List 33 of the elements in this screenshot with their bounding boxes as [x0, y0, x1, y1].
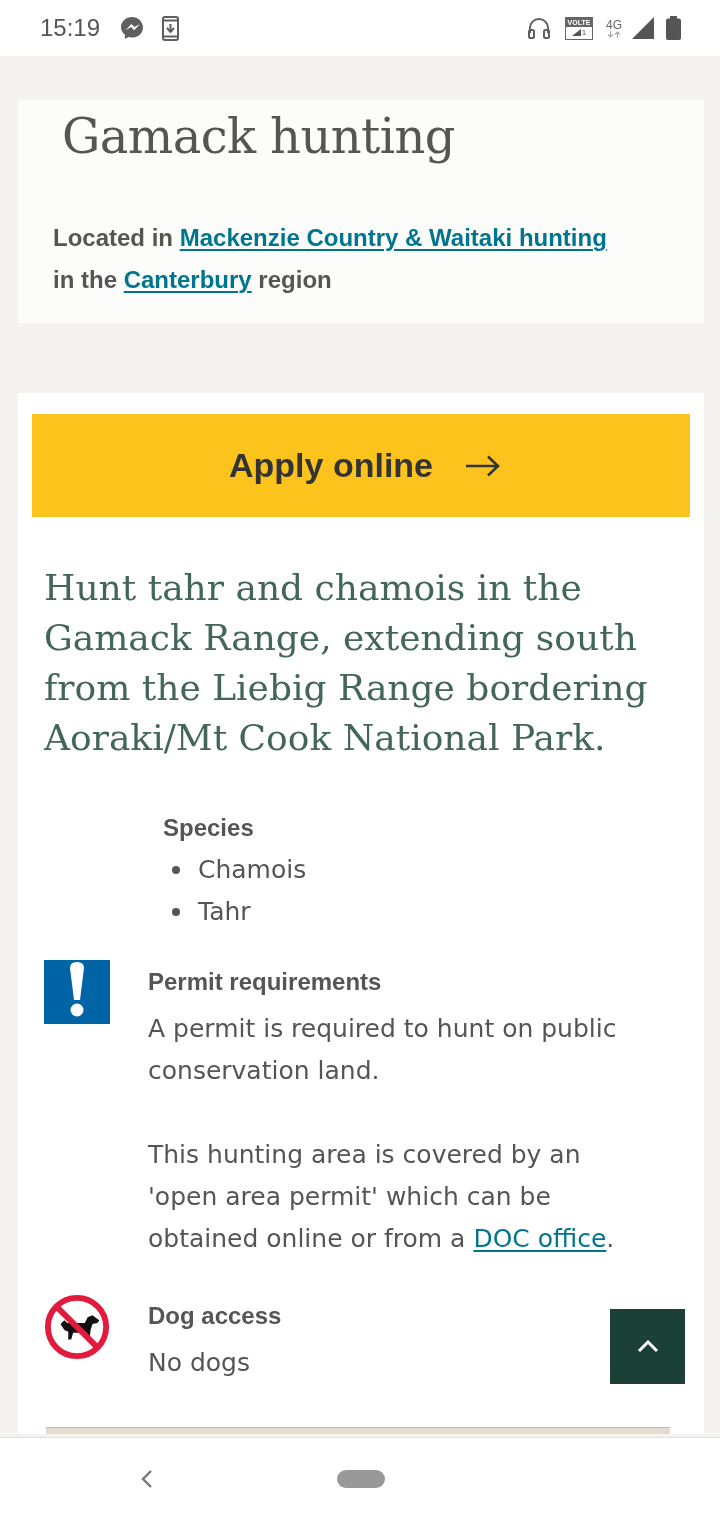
species-heading: Species	[163, 813, 255, 843]
network-type: 4G	[606, 18, 622, 31]
bullet-icon	[172, 908, 180, 916]
page-title: Gamack hunting	[62, 108, 456, 164]
data-arrows-icon	[607, 30, 621, 38]
location-text: Located in Mackenzie Country & Waitaki hunting in the Canterbury region	[53, 223, 608, 295]
phone-download-icon	[162, 15, 180, 41]
apply-online-button[interactable]: Apply online	[32, 414, 690, 517]
chevron-up-icon	[636, 1340, 659, 1353]
no-dog-icon	[44, 1294, 110, 1360]
section-heading: Permit requirements	[148, 967, 383, 997]
exclamation-icon	[44, 960, 110, 1026]
arrow-right-icon	[465, 454, 501, 477]
home-pill[interactable]	[337, 1470, 385, 1488]
text-link[interactable]: Canterbury	[123, 266, 252, 293]
species-item: Tahr	[198, 896, 251, 928]
text-link[interactable]: Mackenzie Country & Waitaki hunting	[179, 224, 607, 251]
intro-text: Hunt tahr and chamois in the Gamack Range, extending south from the Liebig Range bordering Aoraki/Mt Cook National Park.	[44, 566, 649, 760]
battery-icon	[666, 16, 681, 40]
section-text: A permit is required to hunt on public conservation land.	[148, 1013, 618, 1087]
back-icon[interactable]	[141, 1469, 153, 1489]
section-heading: Dog access	[148, 1301, 282, 1331]
clock-time: 15:19	[40, 14, 101, 42]
text-link[interactable]: DOC office	[473, 1224, 607, 1253]
bullet-icon	[172, 866, 180, 874]
species-item: Chamois	[198, 854, 307, 886]
section-text: No dogs	[148, 1347, 251, 1379]
signal-icon	[571, 29, 581, 36]
signal-icon	[632, 17, 654, 39]
chat-bubble-icon	[120, 16, 145, 40]
section-text: This hunting area is covered by an 'open area permit' which can be obtained online or from a DOC office.	[148, 1139, 616, 1255]
headphones-icon	[527, 16, 551, 40]
sim-number: 1	[581, 28, 587, 37]
